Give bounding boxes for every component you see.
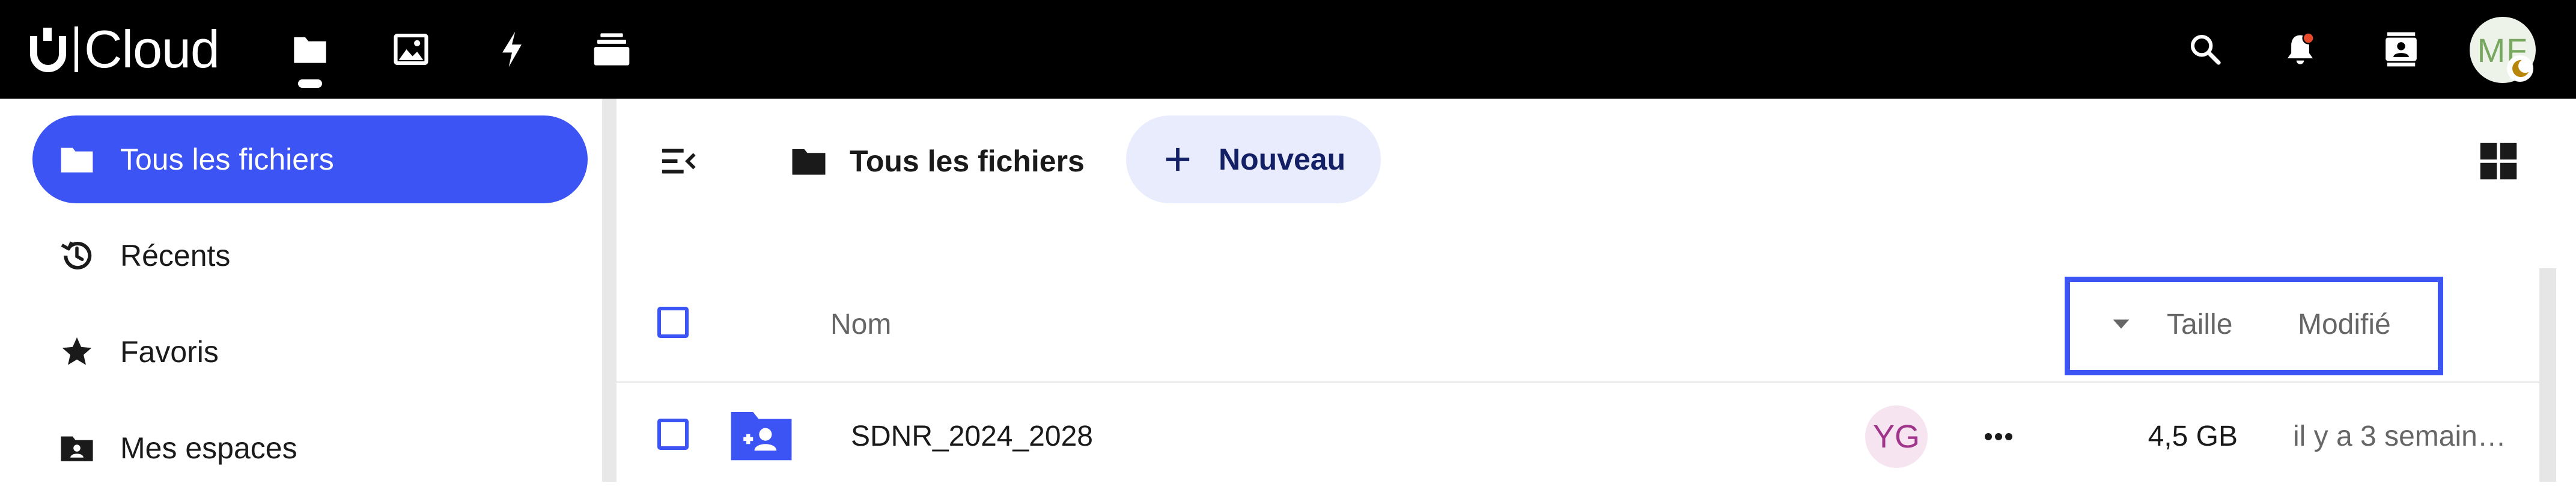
- logo-separator: [75, 26, 78, 72]
- new-button-label: Nouveau: [1219, 143, 1346, 176]
- sidebar-item-all-files[interactable]: Tous les fichiers: [32, 115, 588, 203]
- page-title: Tous les fichiers: [850, 144, 1085, 178]
- sidebar-resize-handle[interactable]: [602, 99, 617, 482]
- contacts-button[interactable]: [2377, 25, 2425, 73]
- select-all-checkbox[interactable]: [657, 307, 689, 338]
- stack-icon: [594, 33, 630, 66]
- app-name: Cloud: [84, 19, 220, 79]
- column-header-name[interactable]: Nom: [830, 308, 891, 341]
- user-folder-icon: [61, 436, 93, 461]
- scrollbar[interactable]: [2539, 268, 2556, 482]
- row-checkbox[interactable]: [657, 419, 689, 450]
- status-badge: [2507, 55, 2533, 82]
- new-button[interactable]: Nouveau: [1126, 115, 1381, 203]
- header-divider: [617, 381, 2539, 383]
- file-name[interactable]: SDNR_2024_2028: [851, 420, 1093, 453]
- shared-user-initials: YG: [1872, 419, 1920, 455]
- logo-mark-icon: [30, 24, 66, 75]
- collapse-sidebar-button[interactable]: [653, 137, 705, 185]
- breadcrumb[interactable]: Tous les fichiers: [791, 137, 1085, 185]
- top-bar: Cloud MF: [0, 0, 2576, 99]
- nav-photos[interactable]: [389, 28, 433, 71]
- view-toggle-button[interactable]: [2474, 137, 2523, 185]
- file-size: 4,5 GB: [2148, 420, 2238, 452]
- sidebar-item-label: Mes espaces: [120, 431, 297, 465]
- folder-icon: [61, 147, 93, 173]
- image-icon: [394, 34, 428, 65]
- nav-files[interactable]: [288, 28, 332, 71]
- shared-folder-icon[interactable]: [728, 408, 794, 463]
- notifications-button[interactable]: [2276, 25, 2324, 73]
- sidebar-item-label: Tous les fichiers: [120, 143, 334, 176]
- column-header-size[interactable]: Taille: [2167, 308, 2232, 341]
- folder-icon: [792, 149, 826, 175]
- sidebar-item-label: Favoris: [120, 335, 219, 369]
- search-icon: [2190, 34, 2221, 65]
- nav-archives[interactable]: [590, 28, 633, 71]
- row-more-button[interactable]: [1977, 417, 2020, 456]
- file-modified: il y a 3 semaines: [2293, 420, 2507, 452]
- plus-icon: [1166, 147, 1190, 171]
- moon-icon: [2512, 60, 2529, 78]
- more-horizontal-icon: [1985, 433, 2012, 440]
- grid-icon: [2480, 143, 2517, 180]
- history-icon: [61, 241, 92, 269]
- search-button[interactable]: [2181, 25, 2229, 73]
- caret-down-icon[interactable]: [2109, 312, 2133, 336]
- sidebar-item-label: Récents: [120, 239, 231, 272]
- column-header-modified[interactable]: Modifié: [2298, 308, 2391, 341]
- nav-active-indicator: [298, 79, 322, 88]
- sidebar: Tous les fichiers Récents Favoris Mes es…: [0, 99, 602, 482]
- shared-user-avatar[interactable]: YG: [1865, 405, 1928, 468]
- folder-icon: [294, 37, 326, 63]
- sidebar-item-my-spaces[interactable]: Mes espaces: [32, 404, 588, 492]
- sidebar-item-favorites[interactable]: Favoris: [32, 308, 588, 396]
- app-logo[interactable]: Cloud: [30, 19, 220, 79]
- collapse-menu-icon: [662, 149, 696, 174]
- lightning-icon: [502, 31, 522, 67]
- star-icon: [62, 337, 92, 365]
- nav-activity[interactable]: [490, 28, 534, 71]
- contacts-icon: [2386, 32, 2417, 67]
- sidebar-item-recent[interactable]: Récents: [32, 212, 588, 300]
- bell-icon: [2287, 32, 2315, 64]
